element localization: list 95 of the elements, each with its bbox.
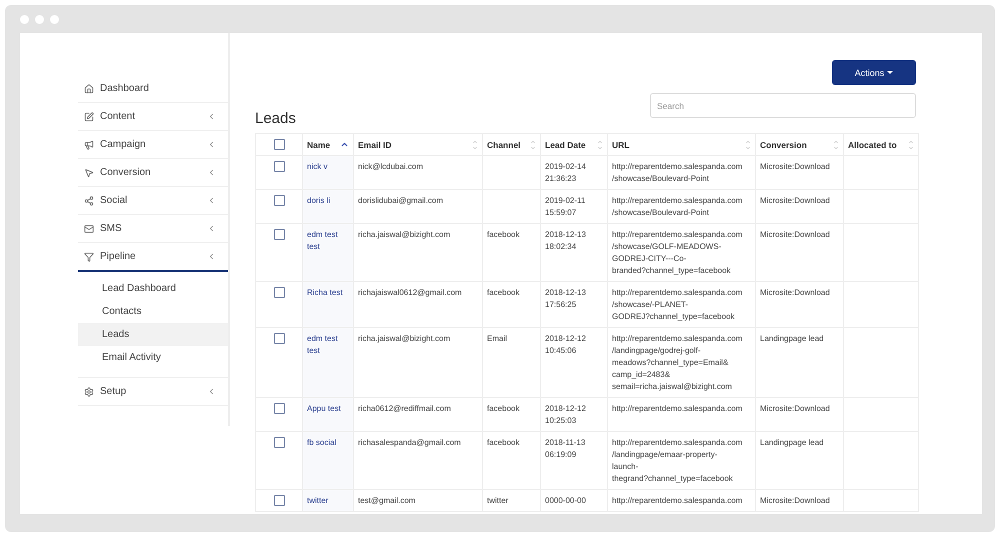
- column-header[interactable]: URL: [608, 134, 756, 156]
- table-cell: richasalespanda@gmail.com: [354, 432, 482, 490]
- window-dot: [35, 14, 44, 24]
- sidebar-item[interactable]: Campaign: [78, 131, 228, 159]
- table-cell: Microsite:Download: [756, 224, 844, 282]
- table-cell: http://reparentdemo.salespanda.com /landingpage/emaar-property- launch- thegrand?channel_type=facebook: [608, 432, 756, 490]
- table-cell: Microsite:Download: [756, 156, 844, 190]
- table-cell: Microsite:Download: [756, 490, 844, 512]
- table-cell: http://reparentdemo.salespanda.com: [608, 490, 756, 512]
- table-cell: 2018-12-12 10:45:06: [540, 328, 608, 398]
- table-cell: 2018-12-12 10:25:03: [540, 398, 608, 432]
- table-cell: 2018-11-13 06:19:09: [540, 432, 608, 490]
- name-link[interactable]: doris li: [302, 190, 354, 224]
- row-checkbox[interactable]: [274, 333, 284, 344]
- actions-button[interactable]: Actions: [832, 60, 916, 85]
- home-icon: [84, 84, 94, 94]
- table-cell: richa0612@rediffmail.com: [354, 398, 482, 432]
- row-checkbox[interactable]: [274, 287, 284, 298]
- envelope-icon: [84, 224, 94, 234]
- table-cell: nick@lcdubai.com: [354, 156, 482, 190]
- chevron-icon: [207, 196, 216, 205]
- table-cell: facebook: [482, 432, 540, 490]
- column-header[interactable]: Lead Date: [540, 134, 608, 156]
- table-cell: Landingpage lead: [756, 432, 844, 490]
- window-dot: [20, 14, 29, 24]
- row-checkbox[interactable]: [274, 403, 284, 414]
- table-cell: richajaiswal0612@gmail.com: [354, 282, 482, 328]
- funnel-icon: [84, 252, 94, 262]
- row-checkbox[interactable]: [274, 161, 284, 172]
- chevron-icon: [207, 387, 216, 396]
- table-cell: twitter: [482, 490, 540, 512]
- sidebar-item[interactable]: Pipeline: [78, 243, 228, 272]
- column-header[interactable]: Email ID: [354, 134, 482, 156]
- share-icon: [84, 196, 94, 206]
- table-cell: 2018-12-13 17:56:25: [540, 282, 608, 328]
- column-header[interactable]: Allocated to: [844, 134, 918, 156]
- table-cell: dorislidubai@gmail.com: [354, 190, 482, 224]
- sidebar-item[interactable]: Conversion: [78, 159, 228, 187]
- pointer-icon: [84, 168, 94, 178]
- table-cell: http://reparentdemo.salespanda.com /showcase/GOLF-MEADOWS- GODREJ-CITY---Co- branded?channel_type=facebook: [608, 224, 756, 282]
- table-cell: 2019-02-14 21:36:23: [540, 156, 608, 190]
- table-cell: 0000-00-00: [540, 490, 608, 512]
- column-header[interactable]: Conversion: [756, 134, 844, 156]
- column-header[interactable]: Channel: [482, 134, 540, 156]
- table-cell: Microsite:Download: [756, 190, 844, 224]
- table-cell: 2019-02-11 15:59:07: [540, 190, 608, 224]
- table-cell: http://reparentdemo.salespanda.com /landingpage/godrej-golf- meadows?channel_type=Email& camp_id=2483& semail=richa.jaiswal@bizight.com: [608, 328, 756, 398]
- search-field[interactable]: Search: [650, 93, 916, 118]
- row-checkbox[interactable]: [274, 437, 284, 448]
- name-link[interactable]: Richa test: [302, 282, 354, 328]
- table-cell: facebook: [482, 224, 540, 282]
- chevron-icon: [207, 224, 216, 233]
- submenu-item[interactable]: Leads: [78, 323, 228, 346]
- chevron-icon: [207, 168, 216, 177]
- name-link[interactable]: twitter: [302, 490, 354, 512]
- name-link[interactable]: edm test test: [302, 224, 354, 282]
- sort-ascending-icon[interactable]: [340, 140, 349, 149]
- table-cell: richa.jaiswal@bizight.com: [354, 224, 482, 282]
- table-cell: Microsite:Download: [756, 282, 844, 328]
- table-cell: Microsite:Download: [756, 398, 844, 432]
- table-cell: facebook: [482, 398, 540, 432]
- sidebar-item[interactable]: Social: [78, 187, 228, 215]
- row-checkbox[interactable]: [274, 229, 284, 240]
- row-checkbox[interactable]: [274, 195, 284, 206]
- settings-icon: [84, 386, 94, 396]
- table-cell: test@gmail.com: [354, 490, 482, 512]
- table-cell: Landingpage lead: [756, 328, 844, 398]
- submenu-item[interactable]: Contacts: [78, 300, 228, 323]
- table-cell: richa.jaiswal@bizight.com: [354, 328, 482, 398]
- table-cell: http://reparentdemo.salespanda.com: [608, 398, 756, 432]
- table-cell: http://reparentdemo.salespanda.com /showcase/Boulevard-Point: [608, 190, 756, 224]
- chevron-icon: [207, 252, 216, 261]
- table-cell: http://reparentdemo.salespanda.com /showcase/Boulevard-Point: [608, 156, 756, 190]
- window-dot: [50, 14, 59, 24]
- select-all-checkbox[interactable]: [274, 139, 284, 150]
- sidebar-item[interactable]: Setup: [78, 378, 228, 406]
- table-cell: 2018-12-13 18:02:34: [540, 224, 608, 282]
- sidebar-item[interactable]: Dashboard: [78, 75, 228, 103]
- submenu-item[interactable]: Email Activity: [78, 346, 228, 369]
- chevron-icon: [207, 112, 216, 121]
- name-link[interactable]: fb social: [302, 432, 354, 490]
- megaphone-icon: [84, 140, 94, 150]
- table-cell: Email: [482, 328, 540, 398]
- chevron-icon: [207, 140, 216, 149]
- name-link[interactable]: edm test test: [302, 328, 354, 398]
- row-checkbox[interactable]: [274, 495, 284, 506]
- sidebar-item[interactable]: Content: [78, 103, 228, 131]
- sidebar-item[interactable]: SMS: [78, 215, 228, 243]
- table-cell: facebook: [482, 282, 540, 328]
- name-link[interactable]: nick v: [302, 156, 354, 190]
- page-title: Leads: [255, 110, 297, 128]
- edit-icon: [84, 112, 94, 122]
- table-cell: http://reparentdemo.salespanda.com /showcase/-PLANET- GODREJ?channel_type=facebook: [608, 282, 756, 328]
- submenu-item[interactable]: Lead Dashboard: [78, 277, 228, 300]
- name-link[interactable]: Appu test: [302, 398, 354, 432]
